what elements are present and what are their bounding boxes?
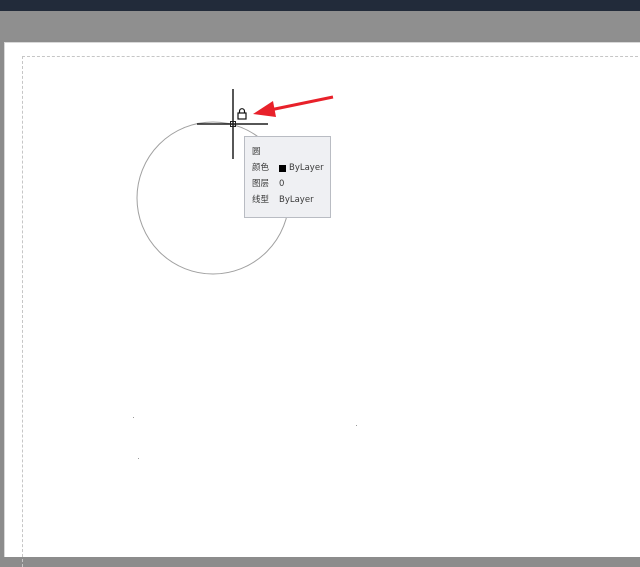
tooltip-key: 颜色	[252, 163, 270, 173]
canvas-speck	[133, 417, 134, 418]
annotation-arrow-shaft	[269, 95, 334, 112]
tooltip-title-row: 圆	[252, 144, 330, 160]
tooltip-key: 图层	[252, 179, 270, 189]
tooltip-key: 线型	[252, 195, 270, 205]
tooltip-value: ByLayer	[279, 195, 314, 205]
lock-icon	[237, 108, 247, 120]
drawing-layer	[136, 89, 334, 275]
canvas-speck	[356, 425, 357, 426]
canvas-speck	[138, 458, 139, 459]
tooltip-row-linetype: 线型 ByLayer	[252, 192, 330, 208]
tooltip-row-layer: 图层 0	[252, 176, 330, 192]
tooltip-row-color: 颜色 ByLayer	[252, 160, 330, 176]
tooltip-value: ByLayer	[289, 163, 324, 173]
tooltip-title: 圆	[252, 147, 261, 157]
rollover-tooltip: 圆 颜色 ByLayer 图层 0 线型 ByLayer	[244, 136, 331, 218]
tooltip-value: 0	[279, 179, 285, 189]
color-swatch	[279, 164, 286, 172]
annotation-arrow-head	[253, 101, 276, 117]
